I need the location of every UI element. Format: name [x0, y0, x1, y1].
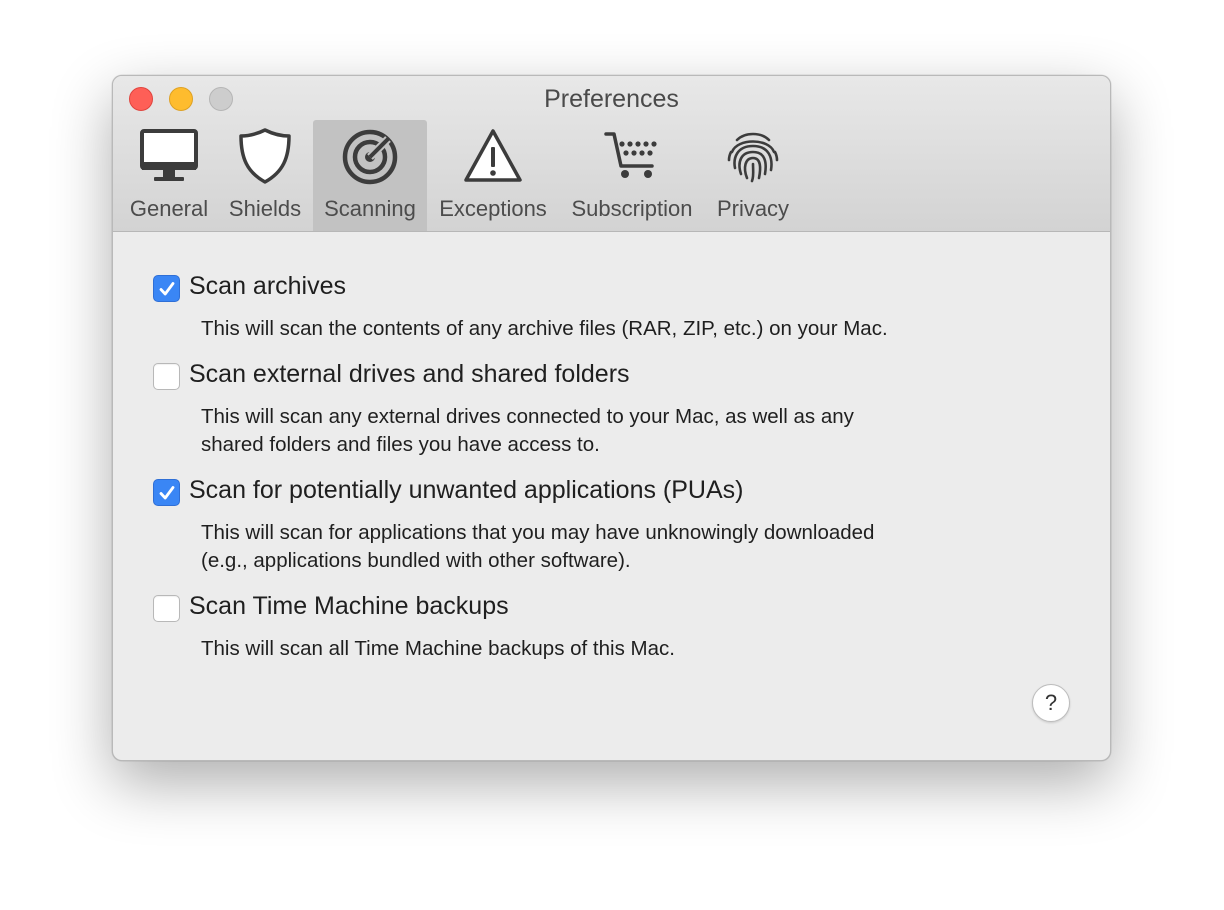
toolbar: Preferences General Shields Scanning Exc… — [113, 76, 1110, 232]
scan-archives-label[interactable]: Scan archives — [189, 272, 346, 301]
scan-time-machine-label[interactable]: Scan Time Machine backups — [189, 592, 509, 621]
tab-label: Subscription — [571, 196, 693, 221]
description-line: (e.g., applications bundled with other s… — [201, 549, 631, 572]
description-line: This will scan for applications that you… — [201, 521, 875, 544]
tab-scanning[interactable]: Scanning — [313, 120, 427, 231]
scan-puas-checkbox[interactable] — [153, 479, 180, 506]
checkmark-icon — [159, 485, 174, 499]
scan-external-drives-description: This will scan any external drives conne… — [201, 403, 854, 459]
checkmark-icon — [159, 281, 174, 295]
scan-archives-checkbox[interactable] — [153, 275, 180, 302]
fingerprint-icon — [711, 126, 795, 196]
scan-puas-label[interactable]: Scan for potentially unwanted applicatio… — [189, 476, 743, 505]
description-line: This will scan the contents of any archi… — [201, 317, 888, 340]
monitor-icon — [125, 126, 213, 196]
scan-time-machine-checkbox[interactable] — [153, 595, 180, 622]
tab-label: Exceptions — [439, 196, 547, 221]
description-line: This will scan all Time Machine backups … — [201, 637, 675, 660]
description-line: shared folders and files you have access… — [201, 433, 600, 456]
cart-icon — [565, 126, 699, 196]
scan-external-drives-checkbox[interactable] — [153, 363, 180, 390]
scan-archives-description: This will scan the contents of any archi… — [201, 315, 888, 343]
description-line: This will scan any external drives conne… — [201, 405, 854, 428]
tab-subscription[interactable]: Subscription — [565, 120, 699, 231]
tab-exceptions[interactable]: Exceptions — [433, 120, 553, 231]
tab-label: Privacy — [716, 196, 790, 221]
tab-general[interactable]: General — [125, 120, 213, 231]
tab-privacy[interactable]: Privacy — [711, 120, 795, 231]
tab-label: Shields — [228, 196, 302, 221]
tab-shields[interactable]: Shields — [223, 120, 307, 231]
scanning-settings-panel: Scan archives This will scan the content… — [113, 232, 1110, 760]
tab-label: Scanning — [324, 196, 416, 221]
scan-external-drives-label[interactable]: Scan external drives and shared folders — [189, 360, 630, 389]
tab-label: General — [129, 196, 209, 221]
window-title: Preferences — [544, 85, 679, 113]
scan-puas-description: This will scan for applications that you… — [201, 519, 874, 575]
scan-time-machine-description: This will scan all Time Machine backups … — [201, 635, 675, 663]
preferences-window: Preferences General Shields Scanning Exc… — [112, 75, 1111, 761]
warning-icon — [433, 126, 553, 196]
shield-icon — [223, 126, 307, 196]
help-button[interactable]: ? — [1032, 684, 1070, 722]
target-icon — [313, 126, 427, 196]
